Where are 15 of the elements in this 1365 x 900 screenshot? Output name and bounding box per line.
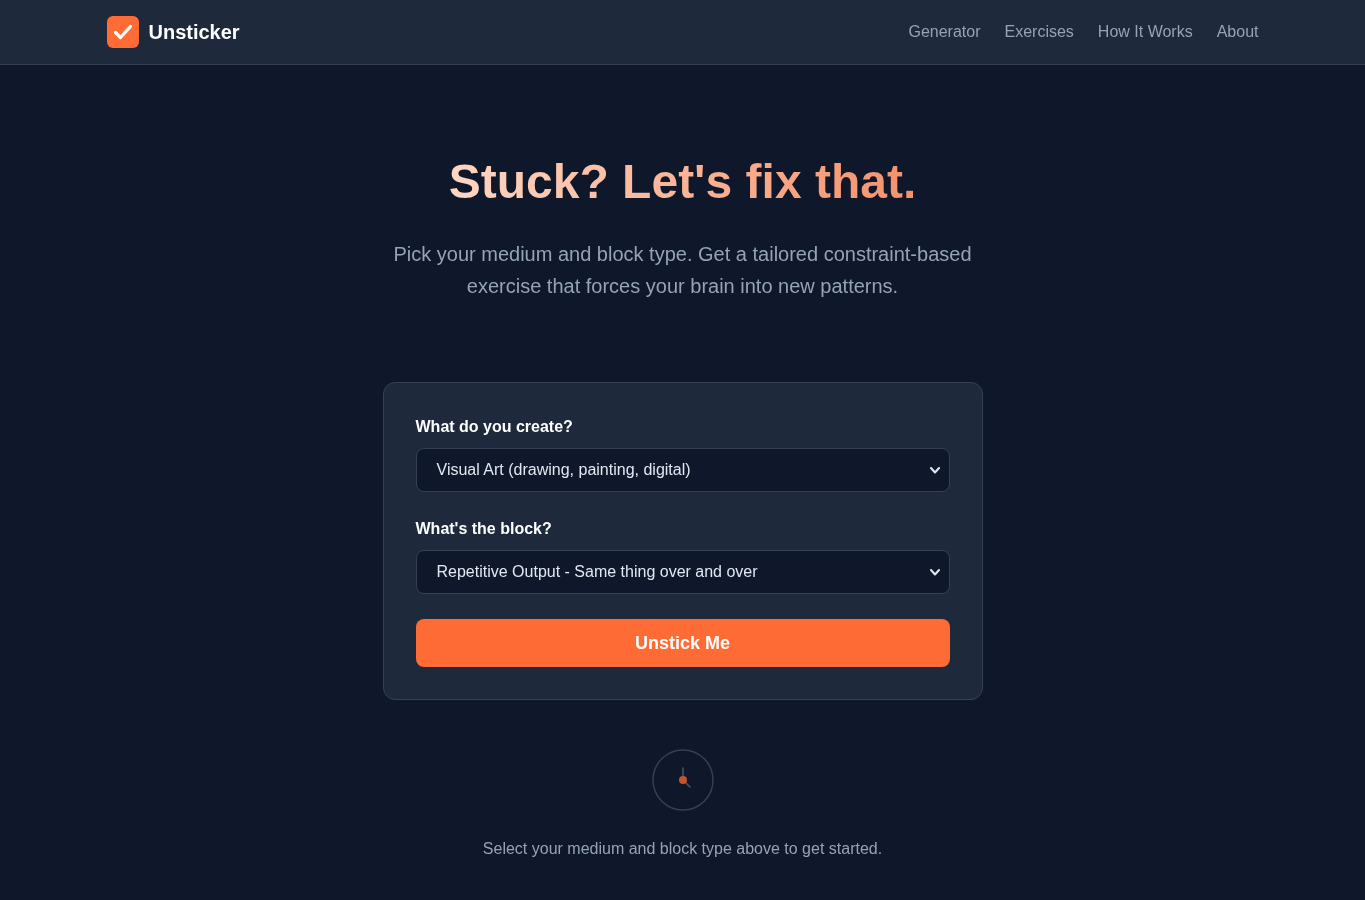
- logo-link[interactable]: Unsticker: [106, 16, 240, 48]
- nav-link[interactable]: Exercises: [1004, 20, 1074, 44]
- field-label: What's the block?: [415, 519, 553, 539]
- field-label: What do you create?: [415, 417, 574, 437]
- checkmark-logo-icon: [106, 16, 139, 48]
- chevron-down-icon: [929, 568, 940, 576]
- dropdown-select[interactable]: Visual Art (drawing, painting, digital): [415, 448, 950, 492]
- nav-link[interactable]: About: [1216, 20, 1259, 44]
- dropdown-select[interactable]: Repetitive Output - Same thing over and over: [415, 550, 950, 594]
- nav-link[interactable]: How It Works: [1097, 20, 1193, 44]
- hero-subtitle: Pick your medium and block type. Get a tailored constraint-based exercise that forces your brain into new patterns.: [392, 242, 973, 299]
- chevron-down-icon: [929, 466, 940, 474]
- empty-state-message: Select your medium and block type above to get started.: [482, 839, 883, 859]
- nav-link[interactable]: Generator: [908, 20, 981, 44]
- clock-icon: [651, 749, 714, 811]
